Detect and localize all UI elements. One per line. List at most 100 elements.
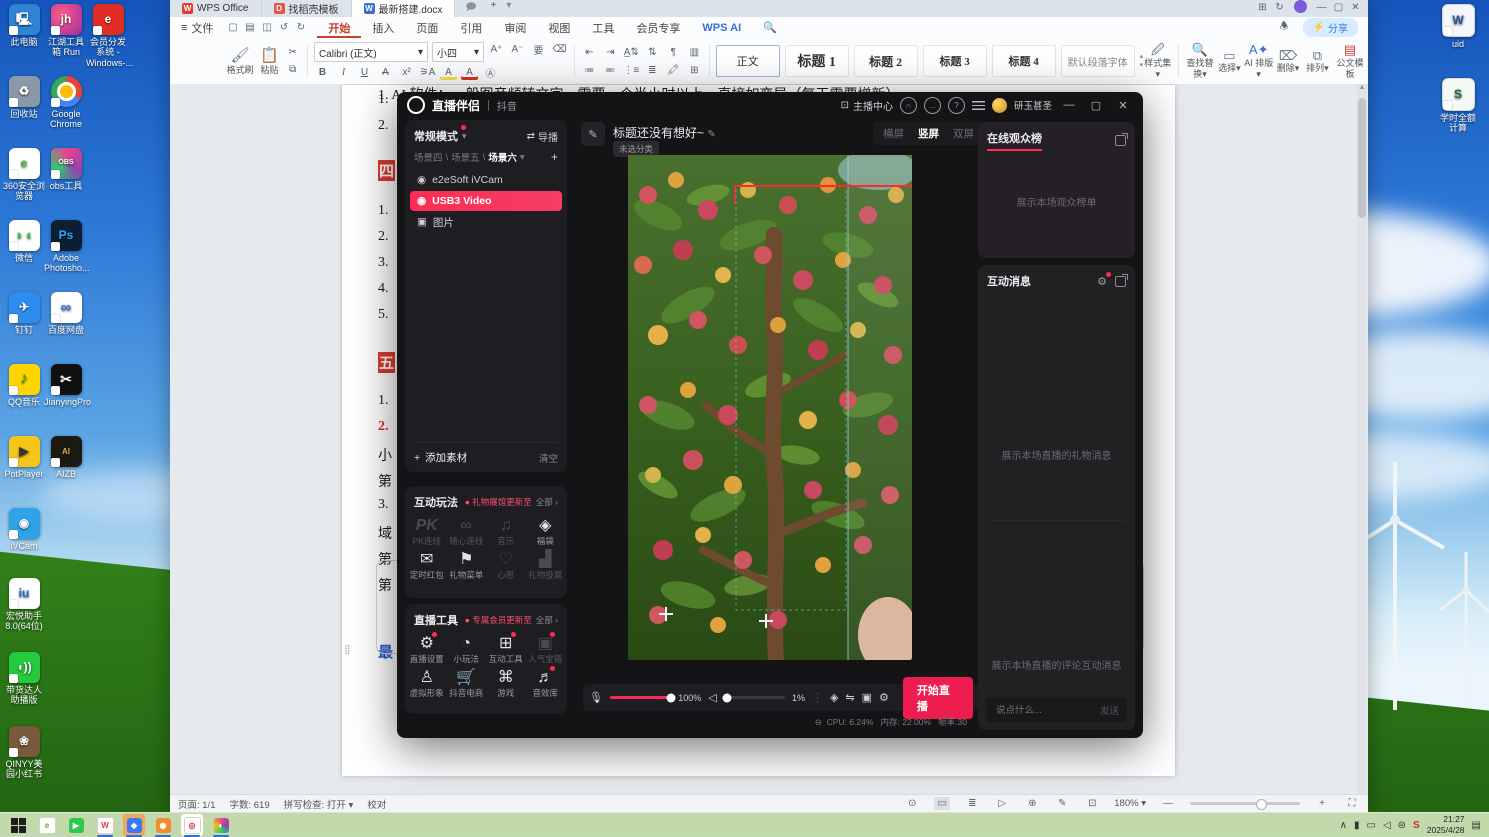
tool-sound-library[interactable]: ♬ 音效库 — [526, 666, 566, 698]
delete-button[interactable]: ⌦ 删除▾ — [1273, 48, 1302, 74]
style-normal[interactable]: 正文 — [715, 45, 780, 77]
tray-sync-icon[interactable]: ⊜ — [1398, 820, 1406, 831]
tool-games[interactable]: ⌘ 游戏 — [486, 668, 526, 698]
desktop-icon-dingtalk[interactable]: ✈ 钉钉 — [2, 292, 46, 335]
desktop-icon-member-dist[interactable]: e 会员分发系统 -Windows-... — [86, 4, 133, 68]
edit-pencil-icon[interactable]: ✎ — [707, 129, 715, 140]
desktop-icon-360-browser[interactable]: e 360安全浏览器 — [2, 148, 46, 202]
find-replace-button[interactable]: 🔍 查找替换▾ — [1185, 42, 1214, 79]
outline-view-icon[interactable]: ≣ — [964, 797, 980, 810]
camera-icon[interactable]: ▣ — [862, 691, 872, 704]
taskbar-live-companion[interactable]: ◆ — [123, 814, 145, 837]
live-minimize-button[interactable]: — — [1059, 96, 1079, 114]
menu-hamburger-icon[interactable] — [971, 100, 985, 110]
stream-settings-icon[interactable]: ⚙ — [879, 691, 889, 704]
feature-gift-vote[interactable]: ▟ 礼物投票 — [526, 550, 566, 580]
desktop-icon-photoshop[interactable]: Ps Adobe Photosho... — [44, 220, 90, 274]
desktop-icon-daihuo[interactable]: ◖)) 带货达人助播版 — [2, 652, 46, 706]
scene-tab-5[interactable]: 场景五 — [451, 150, 480, 164]
mode-select[interactable]: 常规模式 — [414, 125, 466, 144]
page-view-icon[interactable]: ▭ — [934, 797, 951, 810]
preview-icon[interactable]: ◫ — [258, 20, 275, 35]
audience-title[interactable]: 在线观众榜 — [987, 130, 1042, 151]
desktop-icon-wechat[interactable]: ◗◖ 微信 — [2, 220, 46, 263]
wps-vertical-scrollbar[interactable]: ▲ — [1357, 84, 1367, 795]
source-usb3-video[interactable]: ◉ USB3 Video — [410, 191, 562, 211]
feedback-chat-icon[interactable]: … — [923, 96, 941, 114]
desktop-icon-sheet[interactable]: S 学时全额计算 — [1436, 78, 1480, 134]
camera-preview[interactable] — [628, 150, 918, 673]
bell-icon[interactable]: 🕭 — [1276, 20, 1293, 35]
taskbar-wps[interactable]: W — [94, 814, 116, 837]
scroll-up-icon[interactable]: ▲ — [1357, 84, 1367, 91]
source-ivcam[interactable]: ◉ e2eSoft iVCam — [410, 170, 562, 190]
format-painter-button[interactable]: 🖌 格式刷 — [225, 47, 254, 76]
mode-caret-icon[interactable]: ▾ — [462, 131, 467, 142]
strikethrough-button[interactable]: A — [377, 65, 394, 80]
desktop-icon-hongyue[interactable]: iu 宏悦助手 8.0(64位) — [2, 578, 46, 632]
scene-caret-icon[interactable]: ▾ — [520, 152, 525, 163]
increase-indent-icon[interactable]: ⇥ — [602, 45, 619, 60]
output-volume-slider[interactable] — [722, 693, 785, 702]
menu-member[interactable]: 会员专享 — [625, 17, 691, 38]
desktop-icon-jianghu[interactable]: jh 江湖工具箱 Run — [44, 4, 88, 58]
taskbar-360-browser[interactable]: e — [36, 814, 58, 836]
menu-insert[interactable]: 插入 — [361, 17, 405, 38]
start-button[interactable] — [7, 814, 29, 836]
zoom-slider-knob[interactable] — [1256, 799, 1267, 810]
select-button[interactable]: ▭ 选择▾ — [1215, 48, 1244, 74]
layout-dual[interactable]: 双屏 — [953, 126, 974, 141]
arrange-button[interactable]: ⧉ 排列▾ — [1303, 48, 1332, 74]
tool-douyin-ecom[interactable]: 🛒 抖音电商 — [447, 668, 487, 698]
zoom-out-icon[interactable]: — — [1160, 797, 1176, 810]
anchor-center-button[interactable]: ⊡ 主播中心 — [841, 98, 893, 113]
border-icon[interactable]: ⊞ — [686, 63, 703, 78]
desktop-icon-obs-tool[interactable]: OBS obs工具 — [44, 148, 88, 191]
desktop-icon-baidu-pan[interactable]: ∞ 百度网盘 — [44, 292, 88, 335]
director-toggle[interactable]: ⇄ 导播 — [527, 129, 558, 144]
columns-icon[interactable]: ▥ — [686, 45, 703, 60]
status-words[interactable]: 字数: 619 — [230, 797, 270, 811]
menu-wps-ai[interactable]: WPS AI — [691, 17, 752, 38]
see-all-link[interactable]: 全部 › — [536, 496, 558, 508]
highlight-color-button[interactable]: A — [440, 65, 457, 80]
desktop-icon-uid-doc[interactable]: Wuid — [1436, 4, 1480, 49]
desktop-icon-jianying[interactable]: ✂ JianyingPro — [44, 364, 91, 407]
italic-button[interactable]: I — [335, 65, 352, 80]
tray-expand-icon[interactable]: ∧ — [1340, 820, 1347, 831]
zoom-slider[interactable] — [1190, 799, 1300, 810]
font-size-select[interactable]: 小四 ▾ — [431, 42, 484, 62]
comment-icon[interactable]: 🗩 — [465, 0, 476, 17]
start-stream-button[interactable]: 开始直播 — [902, 676, 974, 719]
shrink-font-icon[interactable]: A⁻ — [509, 42, 526, 57]
gov-template-button[interactable]: ▤ 公文模板 — [1332, 42, 1368, 79]
sort-icon[interactable]: ⇅ — [644, 45, 661, 60]
drag-handle-icon[interactable]: ⣿ — [344, 644, 352, 655]
share-button[interactable]: ⚡ 分享 — [1302, 18, 1358, 37]
status-spellcheck[interactable]: 拼写检查: 打开 ▾ — [284, 797, 354, 811]
layout-portrait-active[interactable]: 竖屏 — [918, 126, 939, 141]
taskbar-obs-camera[interactable]: ◎ — [181, 814, 203, 837]
font-name-select[interactable]: Calibri (正文) ▾ — [313, 42, 428, 62]
fit-page-icon[interactable]: ⊡ — [1084, 797, 1100, 810]
phonetic-button[interactable]: ⚞A — [419, 65, 436, 80]
edit-pen-icon[interactable]: ✎ — [1054, 797, 1070, 810]
tool-interact[interactable]: ⊞ 互动工具 — [486, 632, 526, 664]
style-set-button[interactable]: 🖉 样式集▾ — [1143, 42, 1172, 79]
line-spacing-icon[interactable]: ≣ — [644, 63, 661, 78]
stream-title[interactable]: 标题还没有想好~ ✎ — [613, 124, 716, 141]
number-list-icon[interactable]: ≕ — [602, 63, 619, 78]
play-view-icon[interactable]: ▷ — [994, 797, 1010, 810]
underline-button[interactable]: U — [356, 65, 373, 80]
file-menu[interactable]: ≡ 文件 — [170, 17, 224, 38]
popout-icon[interactable] — [1115, 273, 1128, 287]
multilevel-list-icon[interactable]: ⋮≡ — [623, 63, 640, 78]
style-default-font[interactable]: 默认段落字体 — [1060, 45, 1135, 77]
popout-icon[interactable] — [1115, 133, 1128, 146]
user-avatar[interactable] — [991, 97, 1007, 113]
beauty-icon[interactable]: ◈ — [830, 691, 838, 704]
taskbar-video-app[interactable]: ▶ — [65, 814, 87, 836]
taskbar-obs-studio[interactable]: ◐ — [210, 814, 232, 837]
desktop-icon-qinyy[interactable]: ❀ QINYY美园小红书 — [2, 726, 46, 780]
clear-format-icon[interactable]: ⌫ — [551, 42, 568, 57]
